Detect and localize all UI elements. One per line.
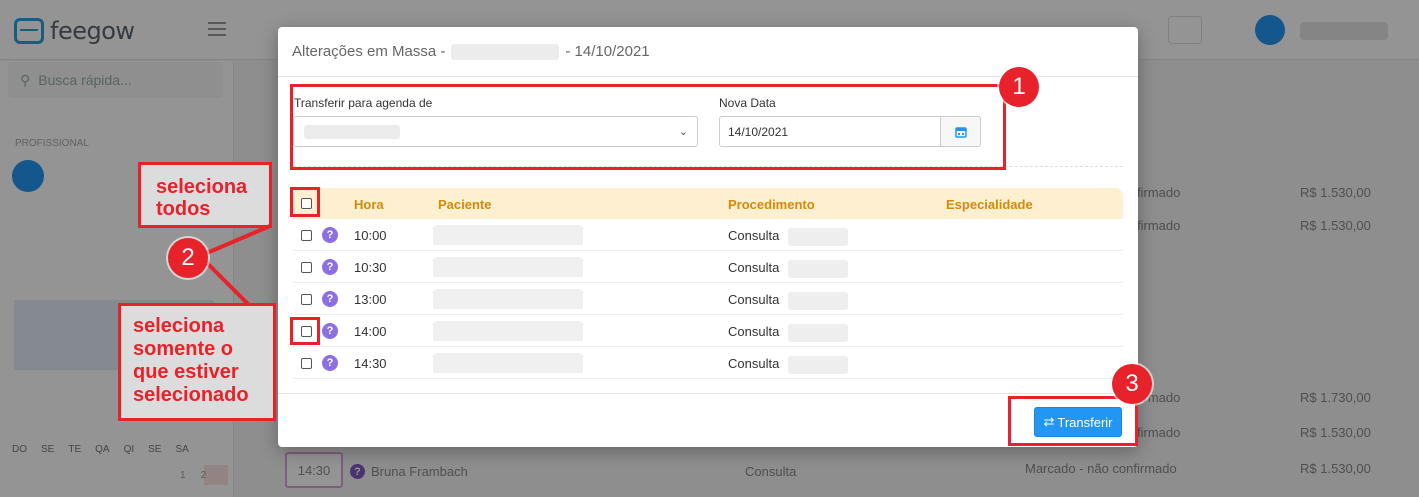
annotation-text: somente o xyxy=(133,338,234,360)
annotation-box-3 xyxy=(1008,396,1138,446)
annotation-text: selecionado xyxy=(133,384,249,406)
annotation-connectors xyxy=(198,224,271,308)
annotation-badge-2: 2 xyxy=(168,238,208,278)
annotation-text: seleciona xyxy=(133,315,225,337)
annotation-badge-3: 3 xyxy=(1112,364,1152,404)
annotation-text: que estiver xyxy=(133,361,239,383)
